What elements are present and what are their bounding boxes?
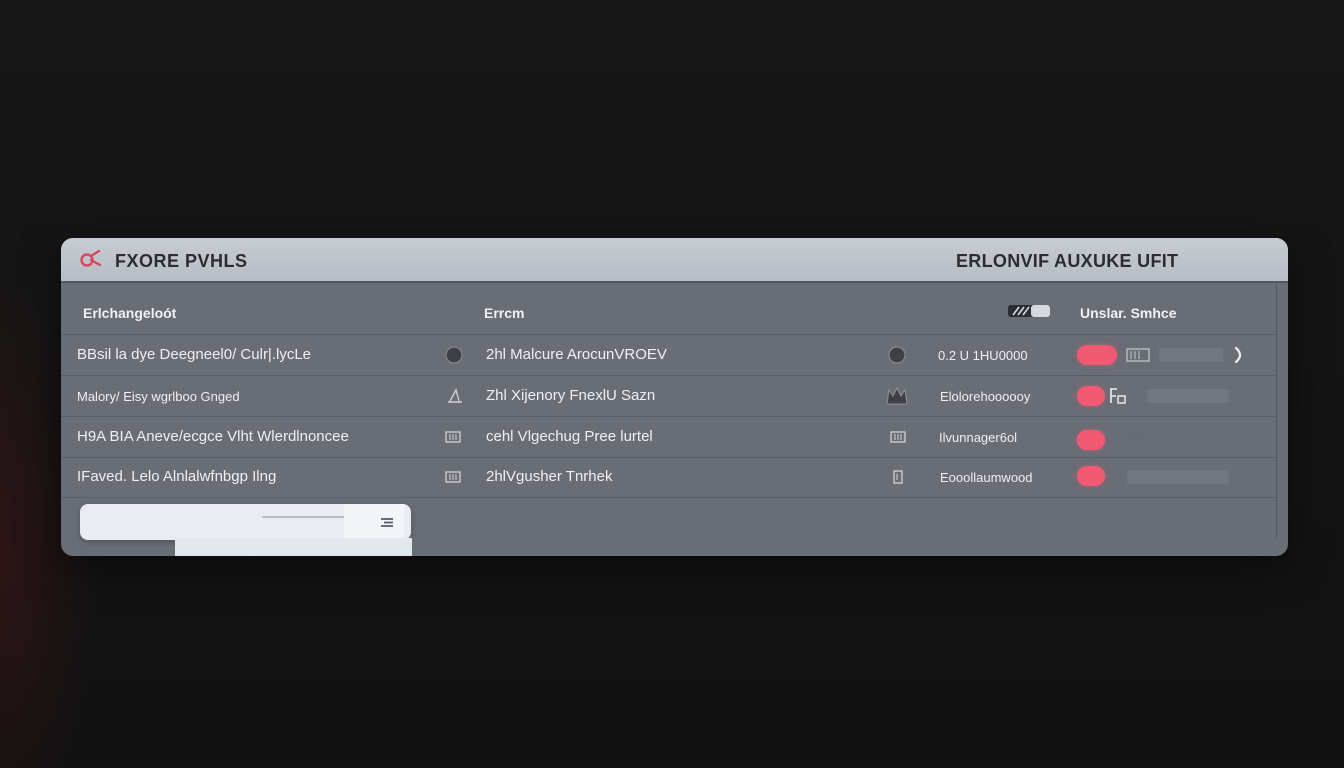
input-action-area[interactable]	[344, 504, 404, 540]
row-detail: Zhl Xijenory FnexlU Sazn	[486, 387, 656, 404]
app-window: FXORE PVHLS ERLONVIF AUXUKE UFIT Erlchan…	[61, 238, 1288, 556]
calendar-icon[interactable]	[443, 427, 463, 447]
row-progress-track	[1147, 389, 1229, 403]
row-progress-track	[1123, 430, 1149, 444]
footer-input-extension	[175, 538, 412, 556]
column-header-status[interactable]: Unslar. Smhce	[1080, 305, 1177, 321]
row-toggle[interactable]	[1077, 430, 1105, 450]
row-progress-track	[1159, 348, 1223, 362]
window-subtitle: ERLONVIF AUXUKE UFIT	[956, 251, 1179, 271]
record-icon[interactable]	[444, 345, 464, 365]
table-row[interactable]: IFaved. Lelo Alnlalwfnbgp Ilng 2hlVgushe…	[61, 457, 1276, 498]
edit-pen-icon[interactable]	[445, 386, 465, 406]
calendar-icon[interactable]	[888, 427, 908, 447]
record-icon[interactable]	[887, 345, 907, 365]
row-name: Malory/ Eisy wgrlboo Gnged	[77, 389, 240, 404]
column-header-detail[interactable]: Errcm	[484, 305, 524, 321]
calendar-icon[interactable]	[443, 467, 463, 487]
row-detail: 2hlVgusher Tnrhek	[486, 468, 613, 485]
row-name: H9A BIA Aneve/ecgce Vlht Wlerdlnoncee	[77, 428, 349, 445]
table-header: Erlchangeloót Errcm Unslar. Smhce	[61, 283, 1276, 335]
row-status: Elolorehoooooy	[940, 389, 1031, 404]
row-status: 0.2 U 1HU0000	[938, 348, 1028, 363]
table-row[interactable]: H9A BIA Aneve/ecgce Vlht Wlerdlnoncee ce…	[61, 417, 1276, 458]
table-row[interactable]: BBsil la dye Deegneel0/ Culr|.lycLe 2hl …	[61, 335, 1276, 376]
slider-toggle-icon[interactable]	[1007, 303, 1051, 319]
row-toggle[interactable]	[1077, 386, 1105, 406]
group-icon[interactable]	[885, 386, 909, 406]
input-divider	[262, 516, 344, 518]
row-status: Eooollaumwood	[940, 470, 1033, 485]
title-bar: FXORE PVHLS ERLONVIF AUXUKE UFIT	[61, 238, 1288, 283]
menu-icon[interactable]	[379, 516, 395, 528]
row-progress-track	[1127, 470, 1229, 484]
document-icon[interactable]	[888, 467, 908, 487]
lock-icon[interactable]	[1107, 386, 1127, 406]
row-name: IFaved. Lelo Alnlalwfnbgp Ilng	[77, 468, 277, 485]
column-header-name[interactable]: Erlchangeloót	[83, 305, 176, 321]
battery-icon	[1126, 348, 1150, 362]
row-detail: cehl Vlgechug Pree lurtel	[486, 428, 653, 445]
app-logo-icon	[80, 250, 101, 267]
row-detail: 2hl Malcure ArocunVROEV	[486, 346, 667, 363]
row-name: BBsil la dye Deegneel0/ Culr|.lycLe	[77, 346, 312, 363]
row-toggle[interactable]	[1077, 345, 1117, 365]
row-toggle[interactable]	[1077, 466, 1105, 486]
row-status: Ilvunnager6ol	[939, 430, 1018, 445]
footer-input[interactable]	[80, 504, 411, 540]
table-row[interactable]: Malory/ Eisy wgrlboo Gnged Zhl Xijenory …	[61, 376, 1276, 417]
data-table: Erlchangeloót Errcm Unslar. Smhce BBsil …	[61, 283, 1277, 538]
chevron-right-icon[interactable]	[1231, 345, 1247, 365]
window-title: FXORE PVHLS	[115, 251, 248, 271]
